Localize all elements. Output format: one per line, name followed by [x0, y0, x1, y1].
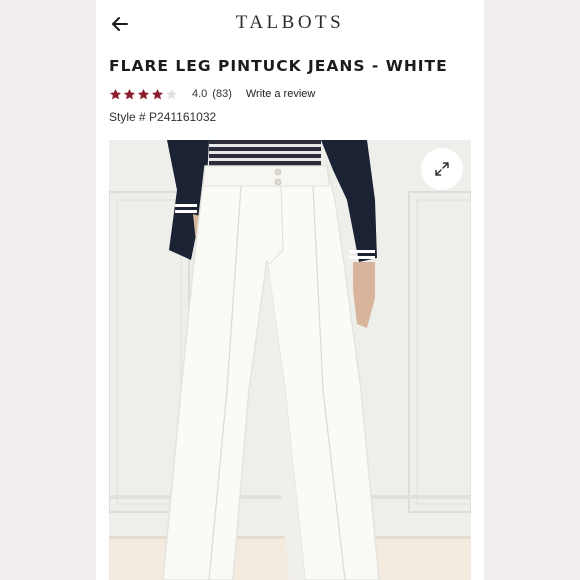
star-icon	[137, 88, 150, 99]
star-icon	[151, 88, 164, 99]
write-review-link[interactable]: Write a review	[246, 88, 315, 100]
star-icon	[109, 88, 122, 99]
star-rating	[109, 88, 178, 101]
star-empty-icon	[165, 88, 178, 99]
rating-score: 4.0	[192, 88, 208, 100]
review-count[interactable]: (83)	[212, 88, 232, 100]
header: TALBOTS	[96, 0, 484, 48]
product-image[interactable]	[109, 140, 471, 580]
rating-row: 4.0 (83) Write a review	[109, 85, 315, 103]
expand-icon	[435, 162, 449, 176]
product-title: FLARE LEG PINTUCK JEANS - WHITE	[109, 57, 448, 75]
brand-logo[interactable]: TALBOTS	[96, 12, 484, 34]
expand-button[interactable]	[421, 148, 463, 190]
product-photo	[109, 140, 471, 580]
style-number: Style # P241161032	[109, 110, 217, 124]
product-card: TALBOTS FLARE LEG PINTUCK JEANS - WHITE …	[96, 0, 484, 580]
star-icon	[123, 88, 136, 99]
